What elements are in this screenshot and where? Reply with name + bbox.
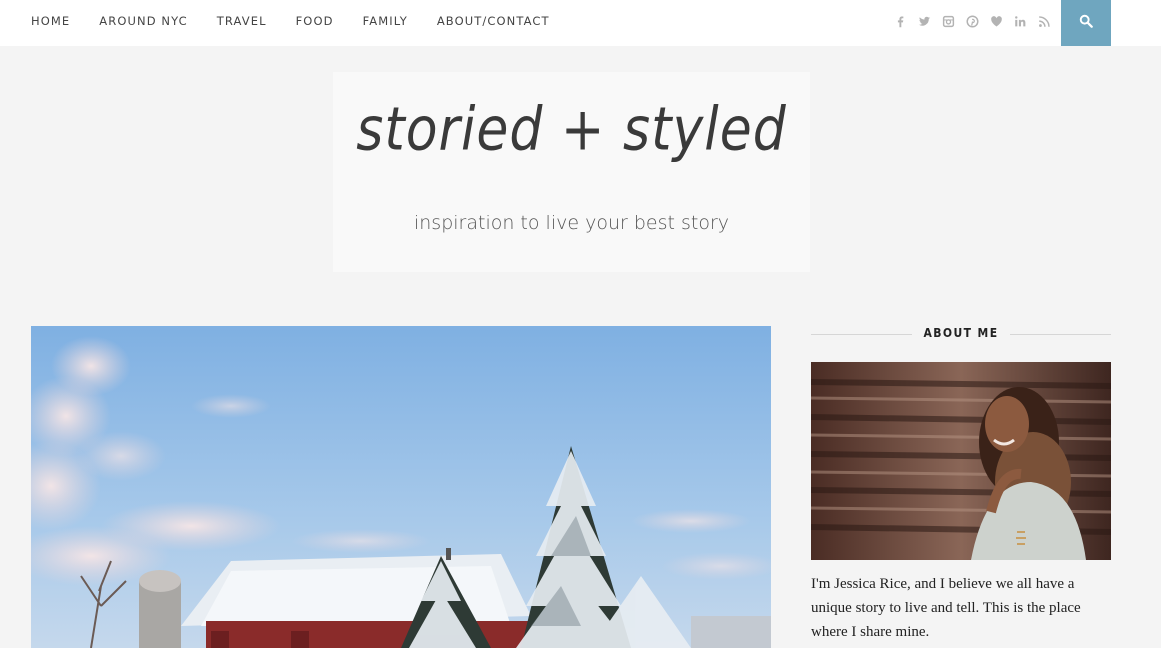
site-tagline: inspiration to live your best story bbox=[413, 212, 730, 234]
featured-post-image[interactable] bbox=[31, 326, 771, 648]
pinterest-icon[interactable] bbox=[964, 13, 980, 29]
nav-item-about-contact[interactable]: ABOUT/CONTACT bbox=[437, 14, 550, 28]
linkedin-icon[interactable] bbox=[1012, 13, 1028, 29]
nav-item-around-nyc[interactable]: AROUND NYC bbox=[99, 14, 187, 28]
nav-item-home[interactable]: HOME bbox=[31, 14, 70, 28]
rss-icon[interactable] bbox=[1036, 13, 1052, 29]
nav-item-travel[interactable]: TRAVEL bbox=[217, 14, 267, 28]
facebook-icon[interactable] bbox=[892, 13, 908, 29]
search-button[interactable] bbox=[1061, 0, 1111, 46]
about-me-widget-header: ABOUT ME bbox=[811, 326, 1111, 342]
author-photo bbox=[811, 362, 1111, 560]
top-navigation-bar: HOME AROUND NYC TRAVEL FOOD FAMILY ABOUT… bbox=[0, 0, 1161, 46]
about-me-text: I'm Jessica Rice, and I believe we all h… bbox=[811, 576, 1081, 640]
site-title: storied + styled bbox=[356, 95, 787, 165]
instagram-icon[interactable] bbox=[940, 13, 956, 29]
widget-title: ABOUT ME bbox=[911, 326, 1011, 340]
nav-item-food[interactable]: FOOD bbox=[296, 14, 334, 28]
main-menu: HOME AROUND NYC TRAVEL FOOD FAMILY ABOUT… bbox=[31, 0, 579, 42]
site-header-logo[interactable]: storied + styled inspiration to live you… bbox=[333, 72, 810, 272]
search-icon bbox=[1079, 14, 1093, 33]
nav-item-family[interactable]: FAMILY bbox=[363, 14, 408, 28]
bloglovin-heart-icon[interactable] bbox=[988, 13, 1004, 29]
twitter-icon[interactable] bbox=[916, 13, 932, 29]
social-links bbox=[892, 13, 1060, 29]
